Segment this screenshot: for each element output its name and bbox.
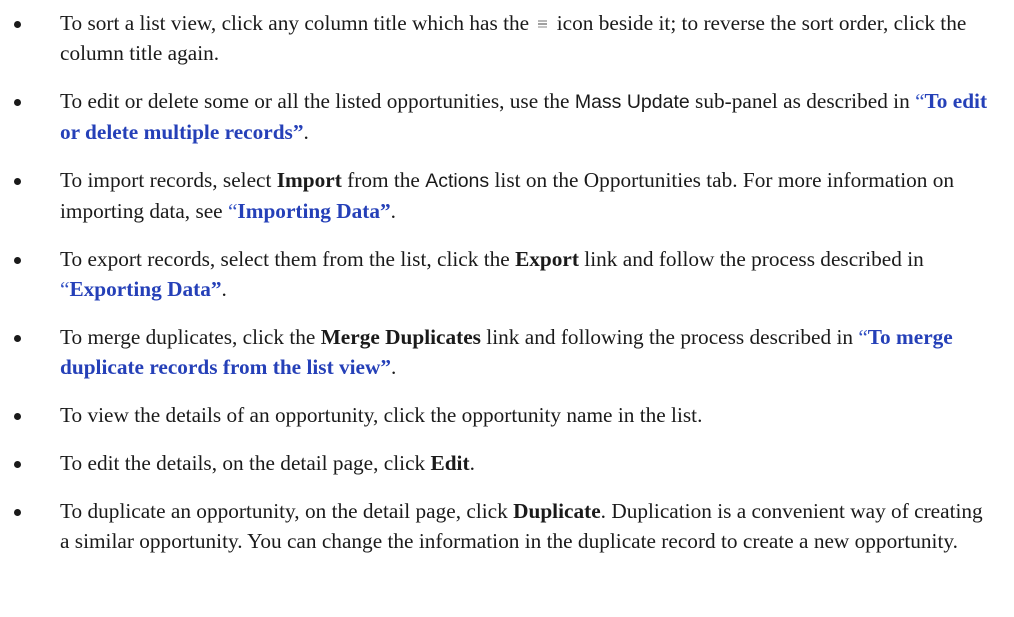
bullet-dot	[14, 509, 21, 516]
list-item: To import records, select Import from th…	[0, 165, 1014, 226]
item-text: .	[390, 199, 396, 223]
quote-close: ”	[292, 120, 304, 144]
item-text: .	[391, 355, 397, 379]
item-text: To view the details of an opportunity, c…	[60, 403, 703, 427]
bullet-dot	[14, 335, 21, 342]
list-item: To export records, select them from the …	[0, 244, 1014, 304]
item-text: .	[221, 277, 227, 301]
sort-icon	[538, 19, 548, 28]
list-item: To duplicate an opportunity, on the deta…	[0, 496, 1014, 556]
bullet-dot	[14, 178, 21, 185]
item-text: To merge duplicates, click the	[60, 325, 321, 349]
ui-term-merge-duplicates: Merge Duplicates	[320, 325, 481, 349]
item-text: link and following the process described…	[480, 325, 859, 349]
item-text: To duplicate an opportunity, on the deta…	[60, 499, 514, 523]
ui-term-export: Export	[515, 247, 579, 271]
link-importing-data[interactable]: Importing Data	[237, 199, 380, 223]
quote-close: ”	[380, 199, 391, 223]
bullet-dot	[14, 21, 21, 28]
bullet-dot	[14, 99, 21, 106]
bullet-list: To sort a list view, click any column ti…	[0, 8, 1014, 574]
list-item: To view the details of an opportunity, c…	[0, 400, 1014, 430]
list-item: To edit or delete some or all the listed…	[0, 86, 1014, 147]
link-exporting-data[interactable]: Exporting Data	[69, 277, 210, 301]
ui-term-edit: Edit	[430, 451, 470, 475]
quote-open: “	[227, 199, 238, 223]
ui-term-mass-update: Mass Update	[574, 91, 690, 113]
ui-term-duplicate: Duplicate	[513, 499, 601, 523]
item-text: .	[303, 120, 309, 144]
list-item: To sort a list view, click any column ti…	[0, 8, 1014, 68]
item-text: from the	[341, 168, 426, 192]
list-item: To merge duplicates, click the Merge Dup…	[0, 322, 1014, 382]
quote-open: “	[858, 325, 868, 349]
item-text: .	[469, 451, 475, 475]
quote-open: “	[915, 89, 925, 113]
list-item: To edit the details, on the detail page,…	[0, 448, 1014, 478]
item-text: To edit or delete some or all the listed…	[60, 89, 575, 113]
item-text: sub-panel as described in	[689, 89, 916, 113]
document-page: To sort a list view, click any column ti…	[0, 0, 1014, 617]
quote-close: ”	[210, 277, 222, 301]
item-text: To export records, select them from the …	[60, 247, 516, 271]
quote-close: ”	[380, 355, 392, 379]
bullet-dot	[14, 413, 21, 420]
item-text: To sort a list view, click any column ti…	[60, 11, 530, 35]
item-text: To edit the details, on the detail page,…	[60, 451, 431, 475]
item-text: link and follow the process described in	[578, 247, 924, 271]
bullet-dot	[14, 461, 21, 468]
item-text: To import records, select	[60, 168, 277, 192]
ui-term-import: Import	[276, 168, 342, 192]
bullet-dot	[14, 257, 21, 264]
ui-term-actions: Actions	[425, 170, 490, 192]
